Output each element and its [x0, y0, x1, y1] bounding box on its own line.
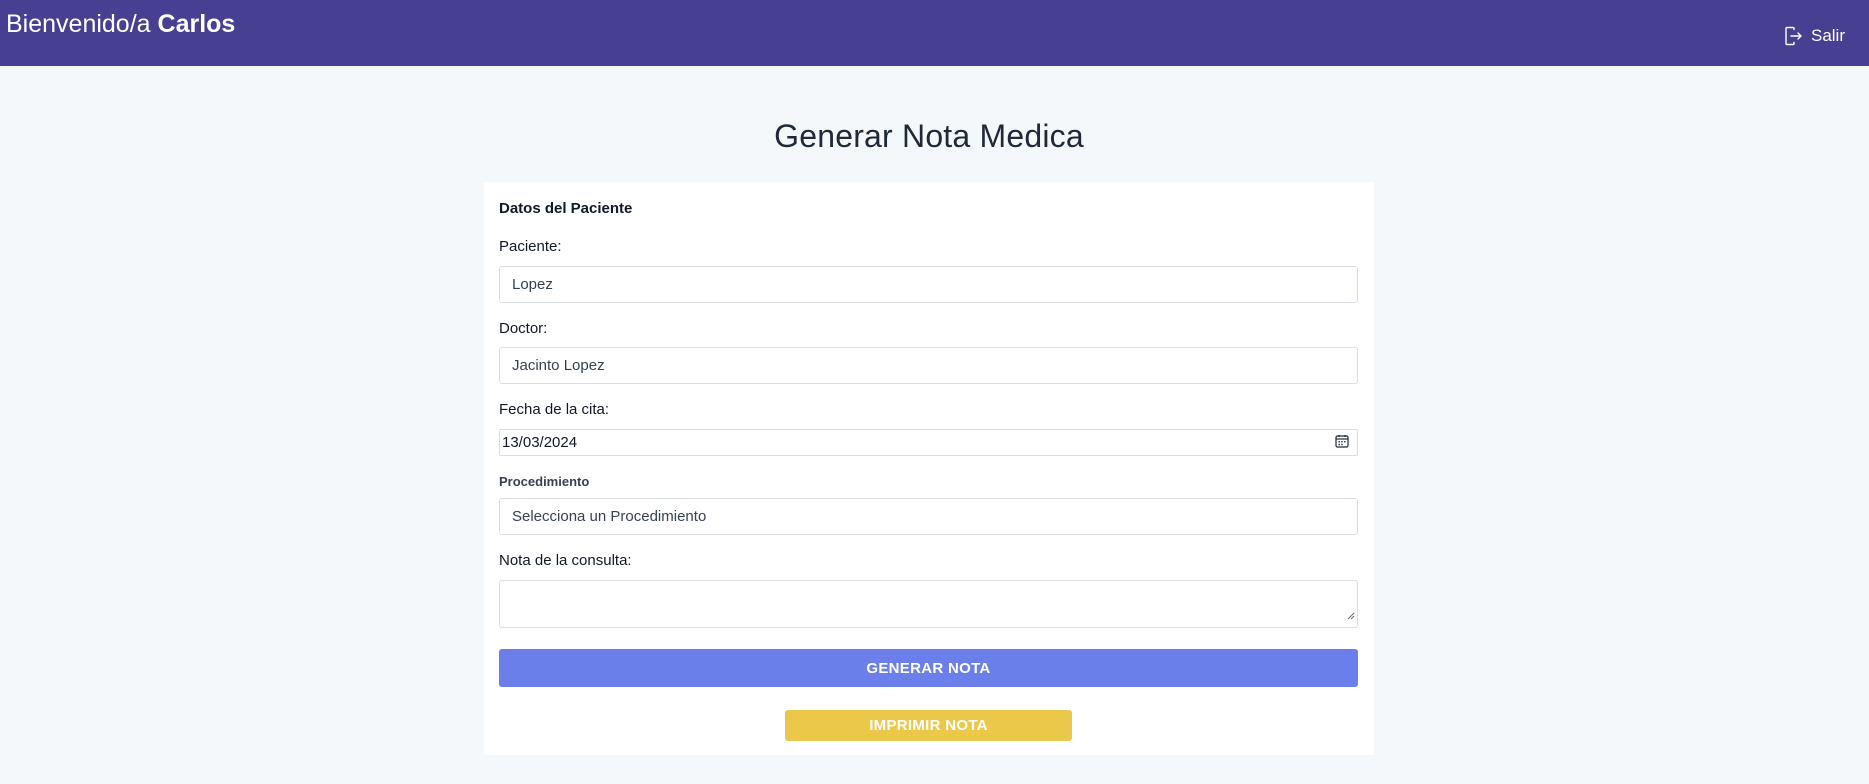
top-navbar: Bienvenido/a Carlos Salir: [0, 0, 1869, 66]
page-title: Generar Nota Medica: [774, 118, 1084, 154]
medical-note-form: Datos del Paciente Paciente: Lopez Docto…: [484, 182, 1374, 755]
patient-value: Lopez: [512, 276, 553, 293]
welcome-message: Bienvenido/a Carlos: [6, 8, 235, 40]
doctor-label: Doctor:: [499, 320, 548, 337]
procedure-select[interactable]: Selecciona un Procedimiento: [499, 498, 1358, 535]
doctor-field[interactable]: Jacinto Lopez: [499, 347, 1358, 384]
welcome-prefix: Bienvenido/a: [6, 10, 151, 38]
procedure-label: Procedimiento: [499, 474, 590, 489]
patient-field[interactable]: Lopez: [499, 266, 1358, 303]
print-note-button[interactable]: IMPRIMIR NOTA: [785, 710, 1072, 741]
logout-label: Salir: [1810, 26, 1845, 45]
section-title: Datos del Paciente: [499, 200, 633, 217]
date-input[interactable]: 13/03/2024: [499, 429, 1358, 456]
generate-note-button[interactable]: GENERAR NOTA: [499, 649, 1358, 687]
user-name: Carlos: [157, 10, 236, 38]
doctor-value: Jacinto Lopez: [512, 357, 605, 374]
logout-button[interactable]: Salir: [1783, 26, 1845, 46]
note-textarea[interactable]: [499, 580, 1358, 628]
resize-grip-icon[interactable]: [1347, 607, 1355, 625]
procedure-selected: Selecciona un Procedimiento: [512, 508, 707, 525]
patient-label: Paciente:: [499, 238, 562, 255]
date-value: 13/03/2024: [502, 434, 578, 451]
calendar-icon[interactable]: [1335, 434, 1355, 452]
date-label: Fecha de la cita:: [499, 401, 610, 418]
note-label: Nota de la consulta:: [499, 552, 632, 569]
logout-icon: [1783, 26, 1803, 46]
